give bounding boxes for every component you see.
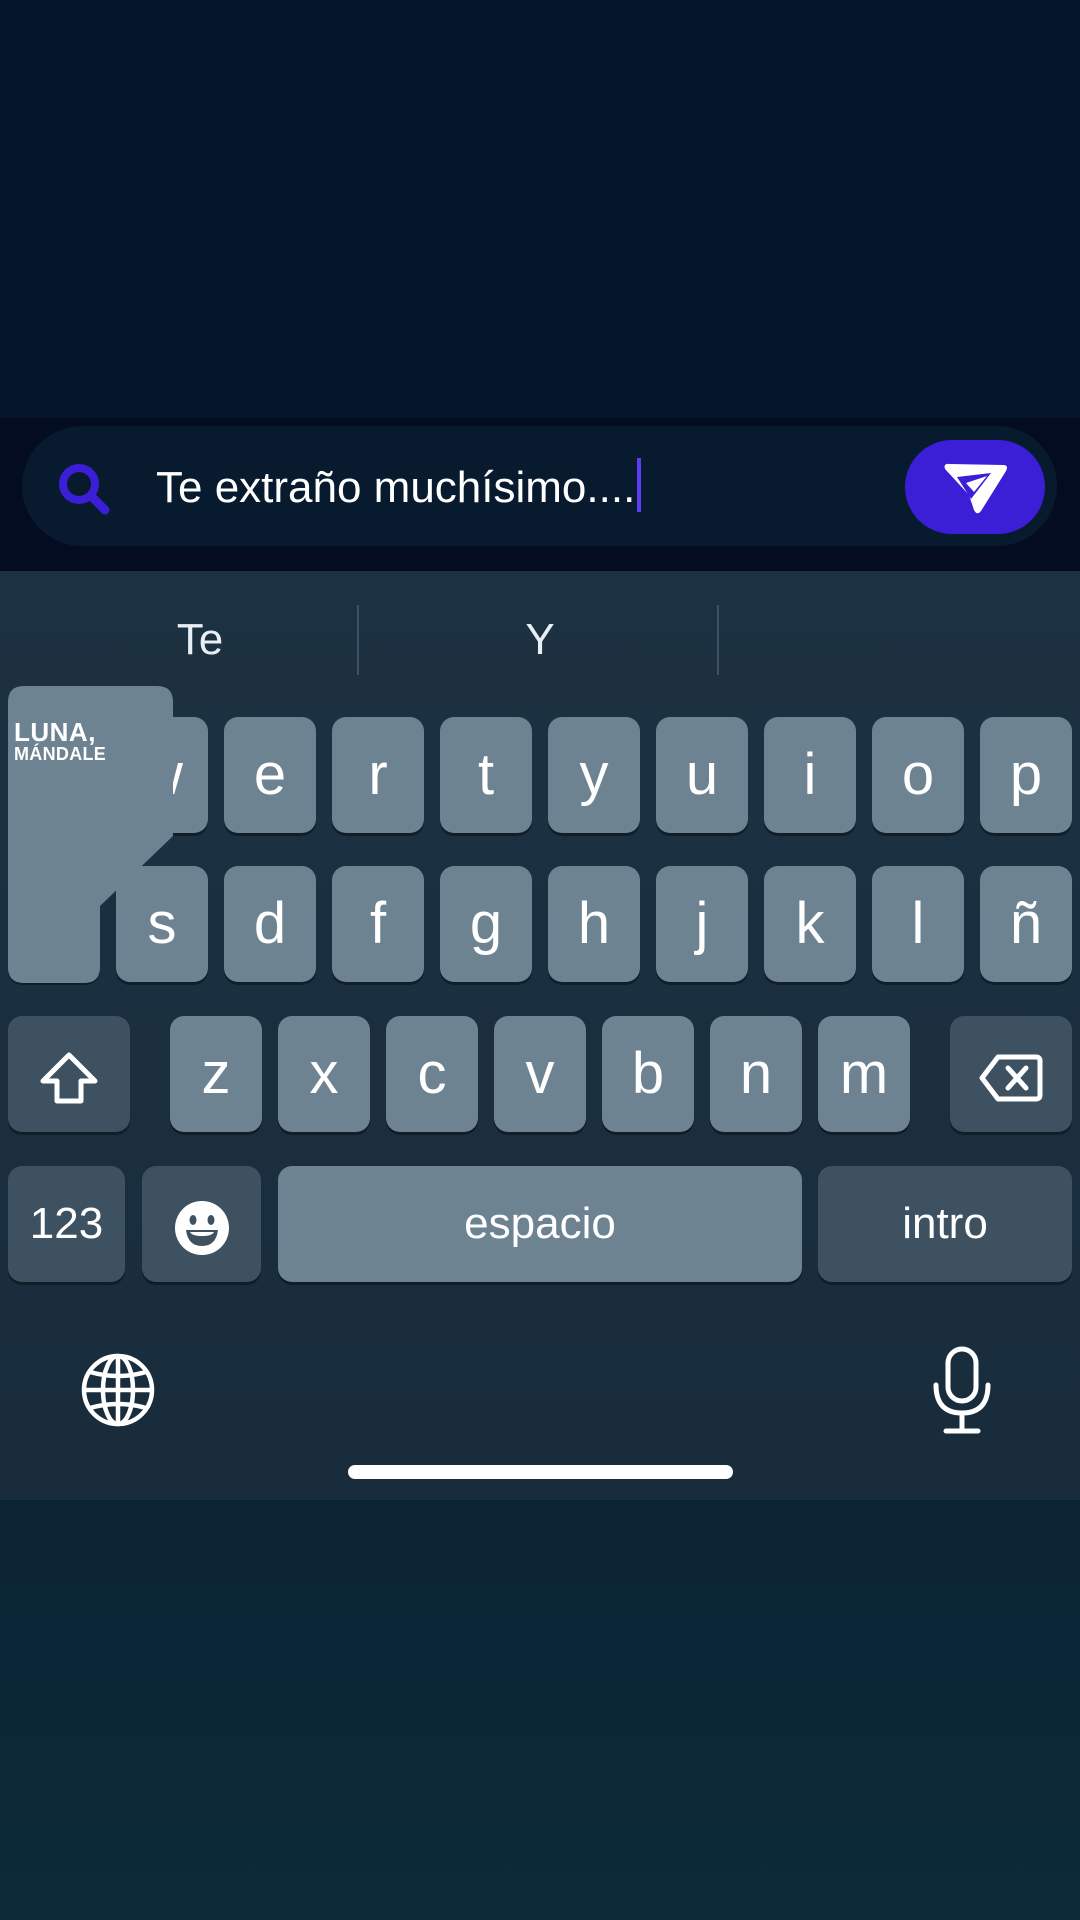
- key-z[interactable]: z: [170, 1016, 262, 1132]
- backspace-key[interactable]: [950, 1016, 1072, 1132]
- space-key[interactable]: espacio: [278, 1166, 802, 1282]
- key-u[interactable]: u: [656, 717, 748, 833]
- suggestion-divider: [357, 605, 359, 675]
- suggestion-divider: [717, 605, 719, 675]
- popup-text-line2: MÁNDALE: [14, 744, 107, 764]
- key-p[interactable]: p: [980, 717, 1072, 833]
- numbers-key[interactable]: 123: [8, 1166, 125, 1282]
- shift-key[interactable]: [8, 1016, 130, 1132]
- home-indicator[interactable]: [348, 1465, 733, 1479]
- key-j[interactable]: j: [656, 866, 748, 982]
- emoji-icon: [174, 1200, 229, 1255]
- microphone-icon[interactable]: [930, 1345, 994, 1435]
- key-e[interactable]: e: [224, 717, 316, 833]
- key-t[interactable]: t: [440, 717, 532, 833]
- globe-icon[interactable]: [80, 1352, 156, 1428]
- send-arrow-icon: [944, 463, 1007, 514]
- key-y[interactable]: y: [548, 717, 640, 833]
- enter-key[interactable]: intro: [818, 1166, 1072, 1282]
- key-r[interactable]: r: [332, 717, 424, 833]
- shift-arrow-icon: [40, 1052, 98, 1104]
- key-i[interactable]: i: [764, 717, 856, 833]
- key-k[interactable]: k: [764, 866, 856, 982]
- key-enye[interactable]: ñ: [980, 866, 1072, 982]
- key-n[interactable]: n: [710, 1016, 802, 1132]
- key-h[interactable]: h: [548, 866, 640, 982]
- key-m[interactable]: m: [818, 1016, 910, 1132]
- key-g[interactable]: g: [440, 866, 532, 982]
- suggestion-2[interactable]: Y: [380, 605, 700, 675]
- suggestion-3[interactable]: [740, 605, 1060, 675]
- key-f[interactable]: f: [332, 866, 424, 982]
- message-text: Te extraño muchísimo....: [156, 463, 636, 512]
- search-icon[interactable]: [55, 460, 111, 516]
- key-v[interactable]: v: [494, 1016, 586, 1132]
- send-button[interactable]: [905, 440, 1045, 534]
- app-background: [0, 0, 1080, 418]
- key-x[interactable]: x: [278, 1016, 370, 1132]
- key-l[interactable]: l: [872, 866, 964, 982]
- key-d[interactable]: d: [224, 866, 316, 982]
- backspace-icon: [979, 1054, 1043, 1102]
- key-b[interactable]: b: [602, 1016, 694, 1132]
- text-caret: [637, 458, 642, 512]
- suggestion-1[interactable]: Te: [40, 605, 360, 675]
- key-o[interactable]: o: [872, 717, 964, 833]
- message-input-text[interactable]: Te extraño muchísimo....: [156, 458, 642, 518]
- key-c[interactable]: c: [386, 1016, 478, 1132]
- emoji-key[interactable]: [142, 1166, 261, 1282]
